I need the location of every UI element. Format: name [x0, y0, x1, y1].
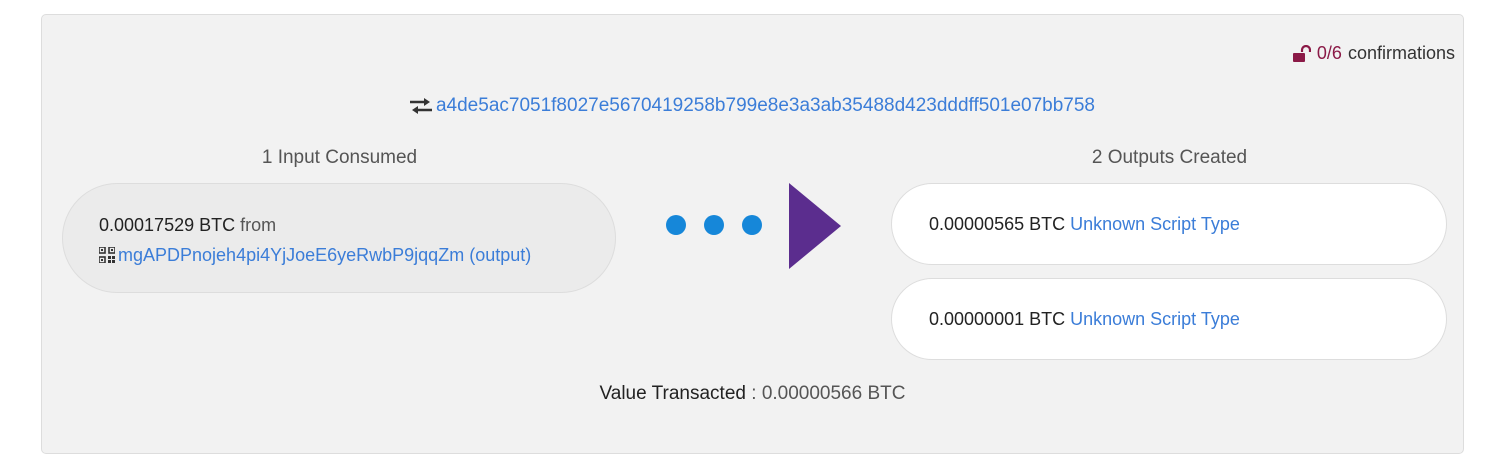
- unlock-icon: [1292, 44, 1311, 63]
- confirmations-status: 0/6 confirmations: [1292, 43, 1455, 64]
- input-amount: 0.00017529 BTC: [99, 215, 236, 235]
- input-from-label: from: [240, 215, 277, 235]
- value-transacted-amount: 0.00000566 BTC: [761, 383, 906, 404]
- flow-arrow-icon: [789, 183, 841, 269]
- output-script-type-link[interactable]: Unknown Script Type: [1070, 214, 1240, 235]
- confirmations-count: 0/6: [1316, 43, 1342, 63]
- dot: [742, 215, 762, 235]
- dot: [666, 215, 686, 235]
- output-item: 0.00000001 BTC Unknown Script Type: [891, 278, 1447, 360]
- progress-dots: [666, 215, 762, 235]
- confirmations-label: confirmations: [1347, 43, 1455, 63]
- output-item: 0.00000565 BTC Unknown Script Type: [891, 183, 1447, 265]
- input-address-link[interactable]: mgAPDPnojeh4pi4YjJoeE6yeRwbP9jqqZm: [118, 245, 464, 265]
- value-separator: :: [751, 383, 757, 404]
- value-transacted-label: Value Transacted: [599, 383, 746, 404]
- transaction-id-row: a4de5ac7051f8027e5670419258b799e8e3a3ab3…: [42, 95, 1463, 120]
- outputs-heading: 2 Outputs Created: [1091, 147, 1248, 168]
- output-amount: 0.00000001 BTC: [929, 308, 1066, 329]
- qr-code-icon[interactable]: [98, 242, 116, 272]
- output-script-type-link[interactable]: Unknown Script Type: [1070, 309, 1240, 330]
- dot: [704, 215, 724, 235]
- transaction-id-link[interactable]: a4de5ac7051f8027e5670419258b799e8e3a3ab3…: [436, 95, 1095, 116]
- output-amount: 0.00000565 BTC: [929, 213, 1066, 234]
- exchange-arrows-icon: [409, 98, 432, 120]
- transaction-panel: 0/6 confirmations a4de5ac7051f8027e56704…: [41, 14, 1464, 454]
- input-output-link[interactable]: (output): [469, 245, 531, 265]
- inputs-heading: 1 Input Consumed: [261, 147, 418, 168]
- input-item: 0.00017529 BTC from mgAPDPnojeh4pi4YjJoe…: [62, 183, 616, 293]
- value-transacted: Value Transacted : 0.00000566 BTC: [42, 383, 1463, 405]
